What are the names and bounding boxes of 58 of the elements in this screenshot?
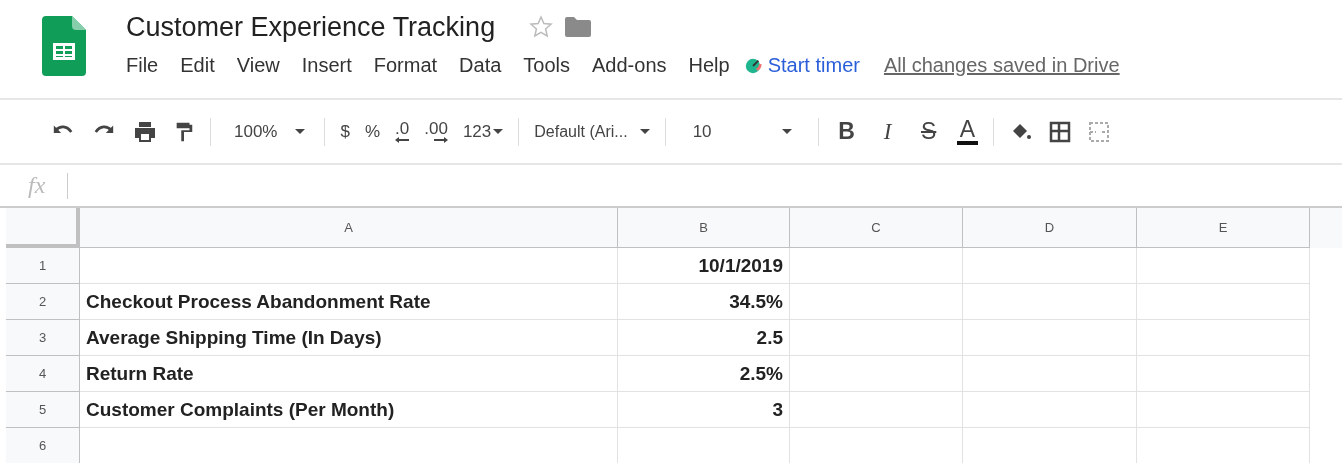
row-header[interactable]: 1 [6, 248, 80, 284]
caret-icon [639, 129, 650, 134]
print-icon[interactable] [132, 119, 158, 144]
font-dropdown[interactable]: Default (Ari... [534, 122, 650, 141]
menu-item[interactable]: Insert [301, 54, 352, 77]
table-cell: 34.5% [618, 284, 790, 320]
row-header[interactable]: 3 [6, 320, 80, 356]
menu-item[interactable]: Data [459, 54, 502, 77]
menu-item[interactable]: File [126, 54, 159, 77]
row-header[interactable]: 2 [6, 284, 80, 320]
table-cell: 3 [618, 392, 790, 428]
timer-icon [743, 56, 762, 75]
star-icon[interactable] [529, 15, 554, 39]
row-header[interactable]: 6 [6, 428, 80, 463]
menu-item[interactable]: Add-ons [592, 54, 667, 77]
menu-item[interactable]: Edit [180, 54, 215, 77]
start-timer-link[interactable]: Start timer [743, 54, 860, 77]
caret-icon [493, 129, 504, 134]
folder-icon[interactable] [565, 17, 592, 37]
font-size-dropdown[interactable]: 10 [692, 121, 803, 142]
table-cell: Checkout Process Abandonment Rate [80, 284, 618, 320]
menu-item[interactable]: View [236, 54, 280, 77]
table-cell: Customer Complaints (Per Month) [80, 392, 618, 428]
percent-button[interactable]: % [364, 121, 381, 142]
save-status-link[interactable]: All changes saved in Drive [883, 54, 1120, 77]
row-header[interactable]: 4 [6, 356, 80, 392]
formula-label: fx [28, 172, 46, 199]
left-arrow-icon [395, 137, 410, 143]
menu-item[interactable]: Help [688, 54, 730, 77]
bold-button[interactable]: B [833, 118, 860, 145]
column-header[interactable]: B [618, 208, 790, 248]
table-cell: 2.5 [618, 320, 790, 356]
table-cell: 2.5% [618, 356, 790, 392]
spreadsheet-logo-icon[interactable] [42, 16, 86, 76]
strikethrough-button[interactable]: S [915, 118, 942, 145]
more-formats-dropdown[interactable]: 123 [462, 121, 504, 142]
increase-decimals-button[interactable]: .00 [424, 120, 448, 143]
document-title[interactable]: Customer Experience Tracking [126, 11, 496, 43]
table-cell: Return Rate [80, 356, 618, 392]
zoom-dropdown[interactable]: 100% [234, 121, 306, 142]
row-header[interactable]: 5 [6, 392, 80, 428]
text-color-button[interactable]: A [956, 118, 978, 145]
column-header[interactable]: C [790, 208, 963, 248]
currency-button[interactable]: $ [340, 121, 350, 142]
column-header[interactable]: D [963, 208, 1137, 248]
menu-item[interactable]: Format [373, 54, 438, 77]
caret-icon [781, 129, 792, 134]
table-cell: 10/1/2019 [618, 248, 790, 284]
table-cell: Average Shipping Time (In Days) [80, 320, 618, 356]
column-header[interactable]: E [1137, 208, 1310, 248]
menu-item[interactable]: Tools [523, 54, 571, 77]
borders-icon[interactable] [1048, 119, 1072, 144]
italic-button[interactable]: I [874, 118, 901, 145]
merge-cells-icon[interactable] [1087, 119, 1111, 144]
right-arrow-icon [433, 137, 448, 143]
decrease-decimals-button[interactable]: .0 [395, 120, 410, 143]
caret-icon [295, 129, 306, 134]
column-header[interactable]: A [80, 208, 618, 248]
